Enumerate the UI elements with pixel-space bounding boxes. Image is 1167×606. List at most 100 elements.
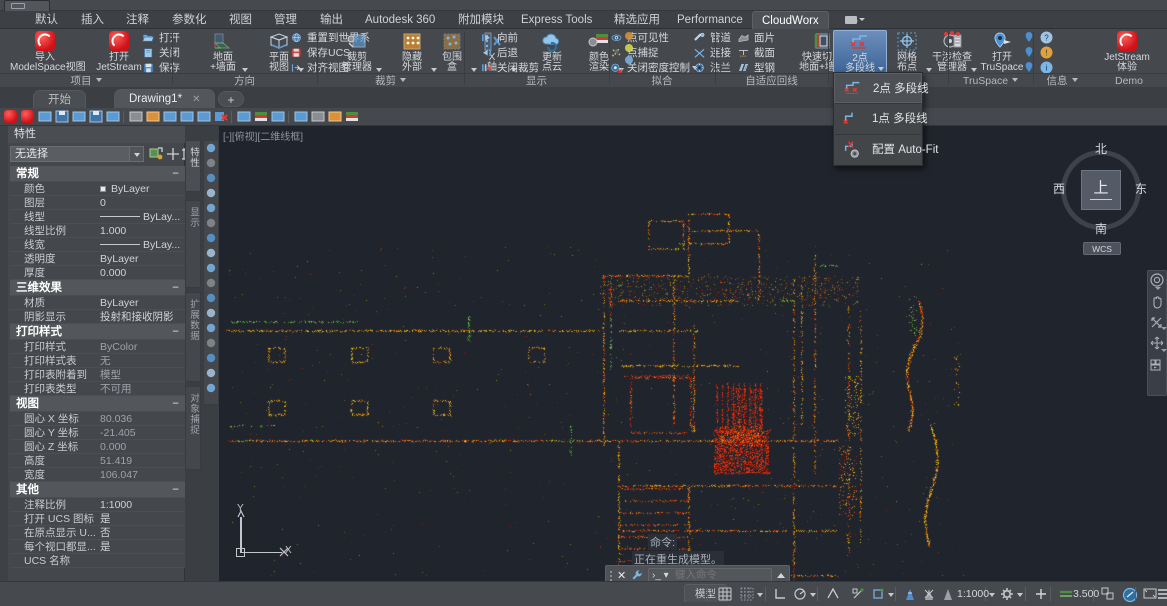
patch-button[interactable]: 面片: [737, 31, 775, 45]
close-clip-small-icon[interactable]: [214, 110, 229, 124]
command-settings-wrench-icon[interactable]: [631, 569, 643, 581]
color-render-small-icon[interactable]: [254, 110, 269, 124]
import-modelspace-button[interactable]: 导入 ModelSpace视图: [10, 30, 86, 73]
table-icon[interactable]: [204, 321, 218, 336]
region-icon[interactable]: [204, 306, 218, 321]
property-group-collapse-icon[interactable]: −: [172, 324, 179, 340]
workspace-gear-icon-caret[interactable]: [1017, 593, 1023, 597]
polar-tracking-icon[interactable]: [793, 587, 807, 602]
property-row[interactable]: 线宽 ByLay...: [10, 238, 185, 252]
property-value[interactable]: 106.047: [100, 468, 138, 482]
property-group-collapse-icon[interactable]: −: [172, 280, 179, 296]
tool-extra-1-icon[interactable]: [624, 31, 635, 41]
arc-icon[interactable]: [204, 171, 218, 186]
palette-side-grip[interactable]: [0, 126, 8, 581]
open-folder2-icon[interactable]: [106, 110, 121, 124]
panel-expand-icon[interactable]: [1071, 78, 1078, 82]
property-row[interactable]: 注释比例 1:1000: [10, 498, 185, 512]
property-value[interactable]: 0.000: [100, 266, 126, 280]
clip-manager-button[interactable]: 裁剪 管理器: [330, 30, 384, 73]
property-row[interactable]: UCS 名称: [10, 554, 185, 568]
import-modelspace-icon[interactable]: [4, 110, 19, 124]
command-expand-icon[interactable]: [777, 573, 785, 578]
line-icon[interactable]: [204, 141, 218, 156]
property-row[interactable]: 高度 51.419: [10, 454, 185, 468]
property-row[interactable]: 线型 ByLay...: [10, 210, 185, 224]
close-button[interactable]: 关闭: [142, 46, 180, 60]
property-row[interactable]: 打印表附着到 模型: [10, 368, 185, 382]
render-small-icon[interactable]: [345, 110, 360, 124]
annotation-scale-caret[interactable]: [989, 593, 995, 597]
ortho-mode-icon[interactable]: [773, 587, 787, 602]
property-row[interactable]: 颜色 ByLayer: [10, 182, 185, 196]
ribbon-tab-8[interactable]: 附加模块: [449, 12, 513, 29]
panel-title-4[interactable]: 拟合: [609, 74, 715, 88]
annotation-visibility-icon[interactable]: [903, 587, 917, 602]
showmotion-icon[interactable]: [1149, 356, 1165, 376]
property-value[interactable]: ByLay...: [143, 238, 180, 252]
lineweight-icon[interactable]: [1058, 587, 1074, 602]
property-group-2[interactable]: 打印样式 −: [10, 324, 185, 340]
tool-extra-3-icon[interactable]: [624, 55, 635, 65]
property-value[interactable]: ByColor: [100, 340, 137, 354]
selection-dropdown-arrow[interactable]: [130, 146, 144, 162]
property-row[interactable]: 圆心 Y 坐标 -21.405: [10, 426, 185, 440]
rectangle-icon[interactable]: [204, 201, 218, 216]
snap-mode-icon[interactable]: [740, 587, 754, 602]
bounding-box-small-icon[interactable]: [146, 110, 161, 124]
viewport-label[interactable]: [-][俯视][二维线框]: [223, 128, 303, 143]
wcs-selector[interactable]: WCS: [1083, 242, 1121, 255]
panel-expand-icon[interactable]: [1012, 78, 1019, 82]
property-row[interactable]: 厚度 0.000: [10, 266, 185, 280]
file-tab-1[interactable]: Drawing1* ✕: [114, 89, 216, 108]
property-value[interactable]: 1.000: [100, 224, 126, 238]
zoom-extents-icon[interactable]: [1149, 314, 1167, 334]
autoscale-icon[interactable]: [922, 587, 936, 602]
point-icon[interactable]: [204, 261, 218, 276]
property-row[interactable]: 圆心 X 坐标 80.036: [10, 412, 185, 426]
hardware-lock-icon[interactable]: [1034, 587, 1048, 602]
dropdown-item-1[interactable]: 1点 多段线: [834, 104, 928, 134]
property-value[interactable]: ByLayer: [111, 182, 150, 196]
property-group-1[interactable]: 三维效果 −: [10, 280, 185, 296]
ribbon-tab-11[interactable]: Performance: [668, 12, 752, 29]
property-value[interactable]: 80.036: [100, 412, 132, 426]
block-icon[interactable]: [204, 246, 218, 261]
backward-button[interactable]: 后退: [480, 46, 518, 60]
open-jetstream-icon[interactable]: [21, 110, 36, 124]
truspace-extra-2-icon[interactable]: [1022, 46, 1036, 59]
property-group-collapse-icon[interactable]: −: [172, 396, 179, 412]
dropdown-item-0[interactable]: 2点 多段线: [834, 73, 929, 103]
ribbon-tab-9[interactable]: Express Tools: [512, 12, 601, 29]
ribbon-tab-4[interactable]: 视图: [220, 12, 261, 29]
palette-tab-0[interactable]: 特性: [185, 140, 201, 192]
text-icon[interactable]: [204, 336, 218, 351]
property-value[interactable]: ByLay...: [143, 210, 180, 224]
orbit-icon[interactable]: [1149, 335, 1167, 355]
info-warn-icon[interactable]: !: [1040, 46, 1053, 59]
grid-display-icon[interactable]: [718, 587, 732, 602]
property-value[interactable]: 是: [100, 540, 111, 554]
camera-icon[interactable]: [845, 14, 865, 25]
clip-manager-small-icon[interactable]: [129, 110, 144, 124]
customization-menu-icon[interactable]: [1157, 587, 1167, 602]
property-value[interactable]: 1:1000: [100, 498, 132, 512]
ground-wall-button[interactable]: 地面 +墙面: [196, 30, 250, 73]
property-value[interactable]: ByLayer: [100, 296, 139, 310]
new-file-tab-button[interactable]: +: [218, 91, 244, 107]
save-icon[interactable]: [89, 110, 104, 124]
lineweight-value[interactable]: 3.500: [1073, 588, 1099, 600]
update-cloud-small-icon[interactable]: [237, 110, 252, 124]
visibility-small-icon[interactable]: [271, 110, 286, 124]
slice-small-icon[interactable]: [180, 110, 195, 124]
property-group-3[interactable]: 视图 −: [10, 396, 185, 412]
polar-tracking-icon-caret[interactable]: [810, 593, 816, 597]
open-jetstream-button[interactable]: 打开 JetStream: [92, 30, 146, 73]
info-help-icon[interactable]: ?: [1040, 31, 1053, 44]
pick-point-icon[interactable]: [166, 147, 180, 161]
property-value[interactable]: 否: [100, 526, 111, 540]
property-row[interactable]: 图层 0: [10, 196, 185, 210]
palette-tab-1[interactable]: 显示: [185, 200, 201, 288]
viewcube[interactable]: 上 北 南 东 西 WCS: [1053, 142, 1149, 255]
point-snap-small-icon[interactable]: [294, 110, 309, 124]
